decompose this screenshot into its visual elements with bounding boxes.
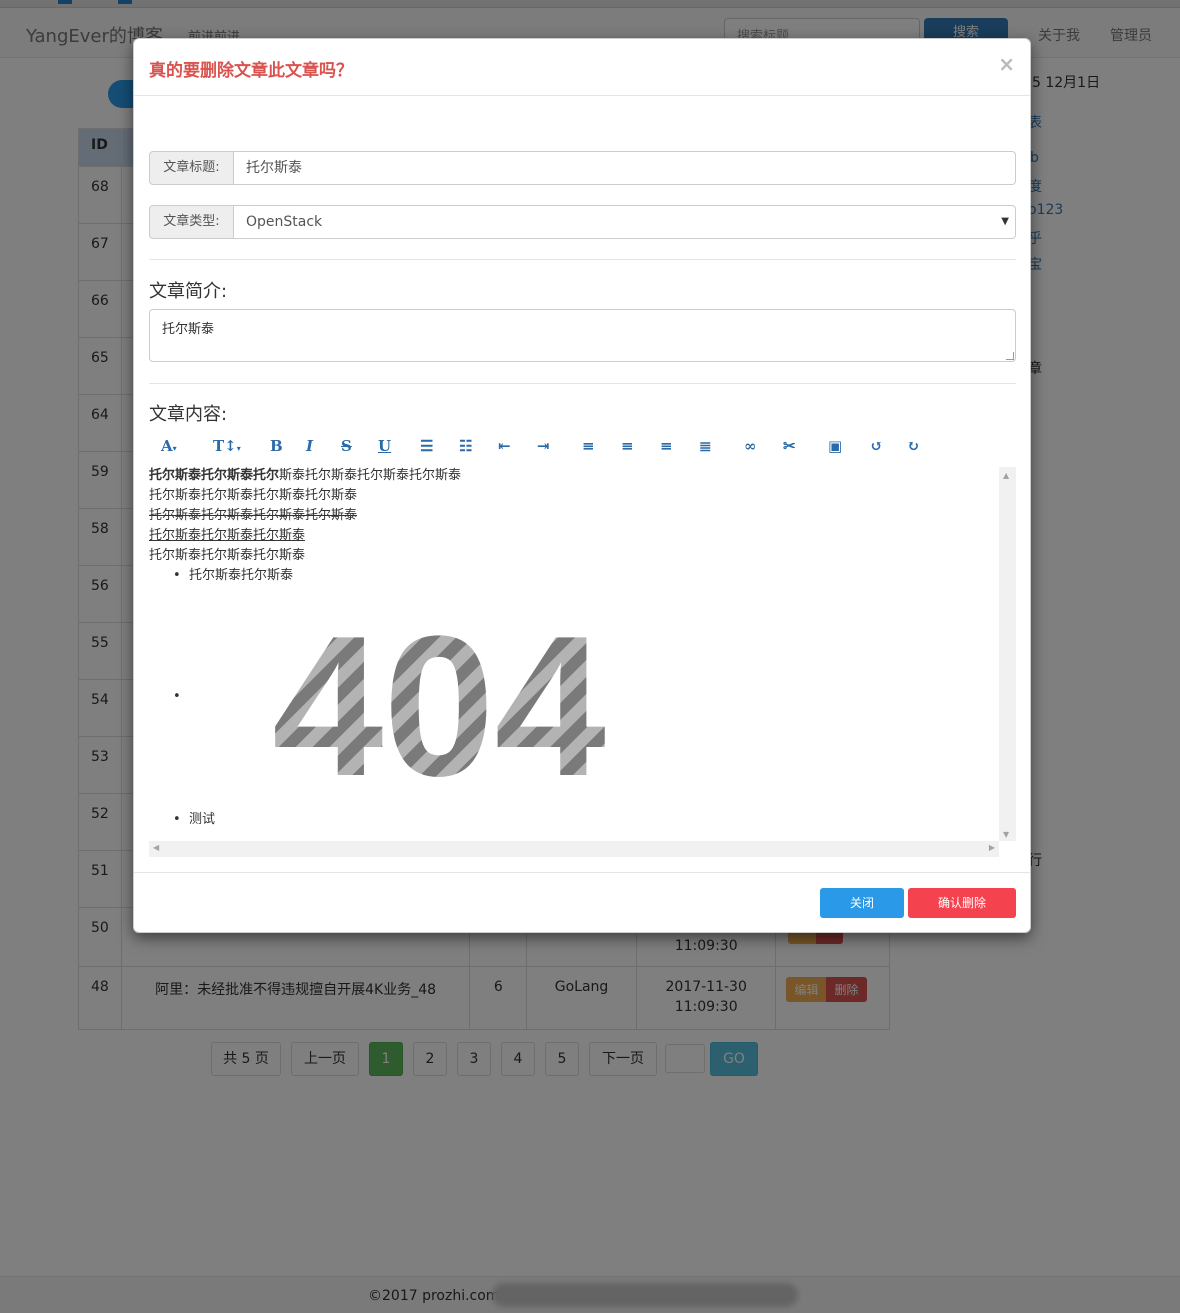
- image-404-text: 404: [272, 607, 606, 787]
- intro-label: 文章简介:: [149, 281, 228, 302]
- section-divider: [149, 383, 1016, 384]
- list-item-text: 测试: [188, 812, 215, 827]
- editor-horizontal-scrollbar[interactable]: ◀ ▶: [149, 841, 999, 857]
- unlink-icon[interactable]: ✂: [783, 437, 796, 455]
- section-divider: [149, 259, 1016, 260]
- title-field[interactable]: 托尔斯泰: [234, 151, 1016, 185]
- indent-icon[interactable]: ⇥: [537, 437, 550, 455]
- close-button[interactable]: 关闭: [820, 888, 904, 918]
- editor-line-underline: 托尔斯泰托尔斯泰托尔斯泰: [149, 528, 306, 543]
- editor-line: 托尔斯泰托尔斯泰托尔斯泰托尔斯泰托尔斯泰托尔斯泰: [149, 467, 461, 485]
- justify-icon[interactable]: ≣: [699, 437, 712, 455]
- confirm-delete-button[interactable]: 确认删除: [908, 888, 1016, 918]
- align-left-icon[interactable]: ≡: [582, 437, 595, 455]
- modal-title: 真的要删除文章此文章吗？: [149, 61, 353, 81]
- rich-text-editor[interactable]: 托尔斯泰托尔斯泰托尔斯泰托尔斯泰托尔斯泰托尔斯泰 托尔斯泰托尔斯泰托尔斯泰托尔斯…: [149, 467, 999, 843]
- align-center-icon[interactable]: ≡: [621, 437, 634, 455]
- undo-icon[interactable]: ↺: [870, 437, 883, 455]
- modal-footer-divider: [134, 872, 1030, 873]
- type-label: 文章类型:: [149, 205, 234, 239]
- intro-value: 托尔斯泰: [162, 322, 215, 337]
- link-icon[interactable]: ∞: [744, 437, 757, 455]
- dropdown-caret-icon: ▼: [1001, 216, 1009, 227]
- font-icon[interactable]: A▾: [161, 437, 177, 455]
- redo-icon[interactable]: ↻: [907, 437, 920, 455]
- list-item-text: 托尔斯泰托尔斯泰: [188, 568, 293, 583]
- strikethrough-icon[interactable]: S: [341, 437, 352, 455]
- list-item: • 托尔斯泰托尔斯泰: [173, 568, 293, 583]
- bold-icon[interactable]: B: [270, 437, 283, 455]
- type-select[interactable]: OpenStack ▼: [234, 205, 1016, 239]
- editor-line-strike: 托尔斯泰托尔斯泰托尔斯泰托尔斯泰: [149, 508, 358, 523]
- list-item: • 测试: [173, 812, 215, 827]
- underline-icon[interactable]: U: [378, 437, 391, 455]
- image-icon[interactable]: ▣: [828, 437, 842, 455]
- scroll-left-icon[interactable]: ◀: [153, 843, 159, 852]
- italic-icon[interactable]: I: [306, 437, 313, 455]
- editor-line: 托尔斯泰托尔斯泰托尔斯泰托尔斯泰: [149, 488, 358, 503]
- type-input-group: 文章类型: OpenStack ▼: [149, 205, 1016, 239]
- editor-toolbar: A▾ T↕▾ B I S U ☰ ☷ ⇤ ⇥ ≡ ≡ ≡ ≣ ∞ ✂ ▣ ↺ ↻: [149, 437, 1016, 461]
- not-found-image: 404: [272, 607, 606, 787]
- outdent-icon[interactable]: ⇤: [498, 437, 511, 455]
- bullet-list-icon[interactable]: ☰: [420, 437, 433, 455]
- type-select-value: OpenStack: [246, 214, 323, 230]
- resize-grip-icon[interactable]: [1006, 352, 1014, 360]
- intro-textarea[interactable]: 托尔斯泰: [149, 309, 1016, 362]
- title-input-group: 文章标题: 托尔斯泰: [149, 151, 1016, 185]
- align-right-icon[interactable]: ≡: [660, 437, 673, 455]
- number-list-icon[interactable]: ☷: [459, 437, 472, 455]
- modal-header-divider: [134, 95, 1030, 96]
- list-bullet: •: [173, 689, 181, 704]
- editor-line: 托尔斯泰托尔斯泰托尔斯泰: [149, 548, 306, 563]
- scroll-right-icon[interactable]: ▶: [989, 843, 995, 852]
- scroll-down-icon[interactable]: ▼: [1003, 830, 1009, 839]
- content-label: 文章内容:: [149, 404, 228, 425]
- bold-run: 托尔斯泰托尔斯泰托尔: [149, 468, 280, 483]
- plain-run: 斯泰托尔斯泰托尔斯泰托尔斯泰: [279, 468, 462, 483]
- title-label: 文章标题:: [149, 151, 234, 185]
- delete-modal: 真的要删除文章此文章吗？ × 文章标题: 托尔斯泰 文章类型: OpenStac…: [133, 38, 1031, 933]
- editor-vertical-scrollbar[interactable]: ▲ ▼: [999, 467, 1016, 841]
- scroll-up-icon[interactable]: ▲: [1003, 471, 1009, 480]
- font-size-icon[interactable]: T↕▾: [213, 437, 241, 455]
- close-icon[interactable]: ×: [998, 52, 1015, 76]
